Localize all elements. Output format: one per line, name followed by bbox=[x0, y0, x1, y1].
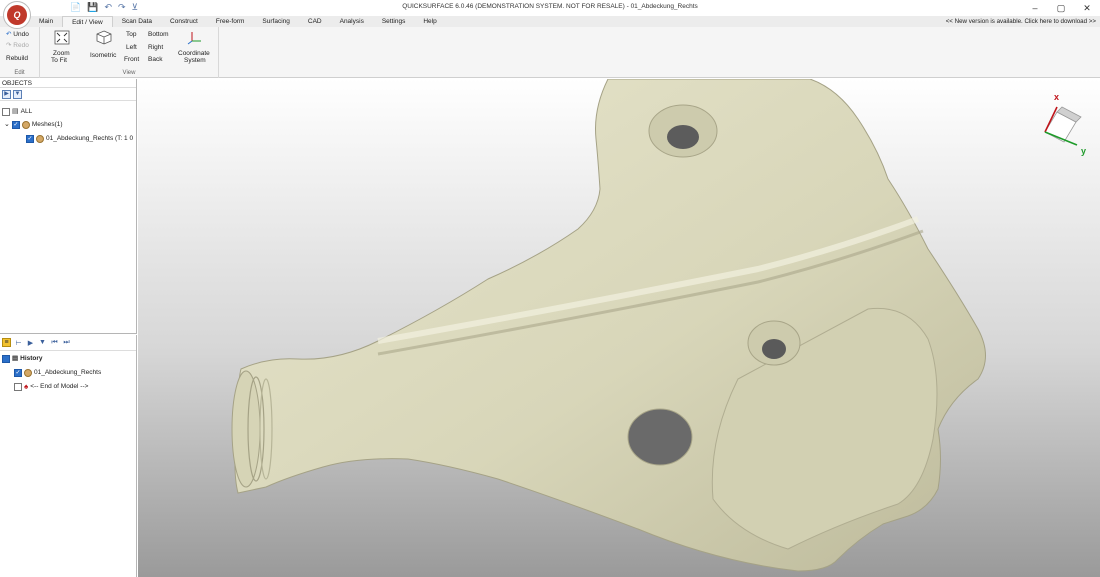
show-all-icon[interactable]: ▶ bbox=[2, 90, 11, 99]
tab-construct[interactable]: Construct bbox=[161, 16, 207, 27]
title-bar: 📄 💾 ↶ ↷ ⊻ QUICKSURFACE 6.0.46 (DEMONSTRA… bbox=[0, 0, 1100, 16]
axis-x-label: x bbox=[1054, 92, 1059, 102]
list-icon: ▤ bbox=[12, 108, 19, 115]
window-controls: – ▢ ✕ bbox=[1022, 0, 1100, 16]
tab-surfacing[interactable]: Surfacing bbox=[253, 16, 298, 27]
history-panel: ≡ ⊢ ▶ ▼ ⏮ ⏭ ▤ History ✓ 01_Abdeckung_Rec… bbox=[0, 335, 137, 577]
checkbox-mesh[interactable]: ✓ bbox=[26, 134, 34, 143]
tree-item-meshes-label: Meshes(1) bbox=[31, 121, 63, 128]
view-back-button[interactable]: Back bbox=[148, 55, 162, 64]
list-icon: ▤ bbox=[12, 355, 19, 362]
tab-free-form[interactable]: Free-form bbox=[207, 16, 254, 27]
app-logo-glyph: Q bbox=[7, 5, 27, 25]
checkbox-history-item[interactable]: ✓ bbox=[14, 368, 22, 377]
axis-y-label: y bbox=[1081, 146, 1086, 156]
mesh-hole-top bbox=[648, 104, 718, 158]
view-top-button[interactable]: Top bbox=[126, 30, 136, 39]
end-marker-icon: ♠ bbox=[24, 382, 29, 391]
axis-triad: x y bbox=[1044, 92, 1086, 156]
mesh-icon bbox=[36, 134, 44, 143]
history-root[interactable]: ▤ History bbox=[2, 353, 43, 364]
coordinate-system-icon bbox=[187, 32, 201, 45]
ribbon: ↶ Undo ↷ Redo Rebuild Edit Zoom To Fit I… bbox=[0, 27, 1100, 78]
tree-item-all[interactable]: ▤ ALL bbox=[2, 106, 32, 117]
ribbon-tab-bar: Main Edit / View Scan Data Construct Fre… bbox=[0, 16, 1100, 27]
view-right-button[interactable]: Right bbox=[148, 43, 163, 52]
zoom-to-fit-button[interactable]: Zoom To Fit bbox=[50, 30, 74, 68]
history-item[interactable]: ✓ 01_Abdeckung_Rechts bbox=[14, 367, 101, 378]
isometric-label: Isometric bbox=[90, 52, 117, 59]
view-group-label: View bbox=[122, 70, 136, 76]
view-bottom-button[interactable]: Bottom bbox=[148, 30, 169, 39]
play-icon[interactable]: ▶ bbox=[26, 339, 35, 347]
undo-label: Undo bbox=[13, 31, 29, 38]
tree-view-icon[interactable]: ⊢ bbox=[14, 339, 23, 347]
rebuild-button[interactable]: Rebuild bbox=[6, 54, 28, 63]
tab-analysis[interactable]: Analysis bbox=[331, 16, 373, 27]
history-end-label: <-- End of Model --> bbox=[30, 383, 89, 390]
undo-button[interactable]: ↶ Undo bbox=[6, 30, 29, 39]
edit-group: ↶ Undo ↷ Redo Rebuild Edit bbox=[0, 27, 40, 78]
mesh-icon bbox=[21, 120, 30, 129]
undo-arrow-icon: ↶ bbox=[6, 31, 12, 38]
mesh-icon bbox=[24, 368, 32, 377]
history-end-marker[interactable]: ♠ <-- End of Model --> bbox=[14, 381, 88, 392]
objects-toolbar: ▶ ▼ bbox=[0, 88, 136, 101]
objects-panel: OBJECTS ▶ ▼ ▤ ALL ⌄ ✓ Meshes(1) ✓ 01_Abd… bbox=[0, 79, 137, 334]
checkbox-all[interactable] bbox=[2, 107, 10, 116]
app-logo[interactable]: Q bbox=[3, 1, 31, 29]
checkbox-end-of-model[interactable] bbox=[14, 382, 22, 391]
view-left-button[interactable]: Left bbox=[126, 43, 137, 52]
minimize-icon[interactable]: – bbox=[1022, 0, 1048, 16]
maximize-icon[interactable]: ▢ bbox=[1048, 0, 1074, 16]
tree-item-mesh-label: 01_Abdeckung_Rechts (T: 1 0 bbox=[46, 135, 134, 142]
list-view-icon[interactable]: ≡ bbox=[2, 338, 11, 347]
chevron-down-icon[interactable]: ⌄ bbox=[4, 119, 10, 130]
redo-label: Redo bbox=[13, 42, 29, 49]
redo-button[interactable]: ↷ Redo bbox=[6, 41, 29, 50]
history-item-label: 01_Abdeckung_Rechts bbox=[34, 369, 102, 376]
mesh-hole-middle bbox=[747, 320, 801, 366]
tab-help[interactable]: Help bbox=[414, 16, 445, 27]
redo-arrow-icon: ↷ bbox=[6, 42, 12, 49]
update-notice-link[interactable]: << New version is available. Click here … bbox=[946, 16, 1096, 27]
filter-icon[interactable]: ▼ bbox=[13, 90, 22, 99]
window-title: QUICKSURFACE 6.0.46 (DEMONSTRATION SYSTE… bbox=[402, 3, 698, 10]
tree-item-mesh[interactable]: ✓ 01_Abdeckung_Rechts (T: 1 0 bbox=[26, 133, 133, 144]
tab-scan-data[interactable]: Scan Data bbox=[113, 16, 161, 27]
checkbox-history[interactable] bbox=[2, 354, 10, 363]
first-step-icon[interactable]: ⏮ bbox=[50, 339, 59, 347]
mesh-model[interactable] bbox=[138, 79, 1100, 577]
history-toolbar: ≡ ⊢ ▶ ▼ ⏮ ⏭ bbox=[0, 335, 136, 351]
filter-icon[interactable]: ▼ bbox=[38, 339, 47, 346]
edit-group-label: Edit bbox=[14, 70, 25, 76]
objects-panel-title: OBJECTS bbox=[0, 79, 136, 88]
last-step-icon[interactable]: ⏭ bbox=[62, 339, 71, 347]
view-front-button[interactable]: Front bbox=[124, 55, 139, 64]
tab-settings[interactable]: Settings bbox=[373, 16, 415, 27]
isometric-cube-icon bbox=[96, 30, 112, 45]
coordinate-system-label-2: System bbox=[184, 57, 206, 64]
isometric-button[interactable]: Isometric bbox=[90, 30, 120, 68]
tab-main[interactable]: Main bbox=[30, 16, 62, 27]
checkbox-meshes[interactable]: ✓ bbox=[11, 120, 20, 129]
tree-item-all-label: ALL bbox=[20, 108, 33, 115]
view-group: Zoom To Fit Isometric Top Bottom Left Ri… bbox=[40, 27, 219, 78]
history-root-label: History bbox=[20, 355, 43, 362]
tree-item-meshes[interactable]: ⌄ ✓ Meshes(1) bbox=[4, 119, 63, 130]
tab-cad[interactable]: CAD bbox=[299, 16, 331, 27]
mesh-hole-bottom bbox=[627, 408, 693, 466]
zoom-to-fit-icon bbox=[54, 30, 70, 45]
3d-viewport[interactable]: x y bbox=[138, 79, 1100, 577]
coordinate-system-button[interactable]: Coordinate System bbox=[174, 30, 214, 68]
app-window: 📄 💾 ↶ ↷ ⊻ QUICKSURFACE 6.0.46 (DEMONSTRA… bbox=[0, 0, 1100, 577]
close-icon[interactable]: ✕ bbox=[1074, 0, 1100, 16]
zoom-to-fit-label-2: To Fit bbox=[51, 57, 67, 64]
tab-edit-view[interactable]: Edit / View bbox=[62, 16, 113, 27]
